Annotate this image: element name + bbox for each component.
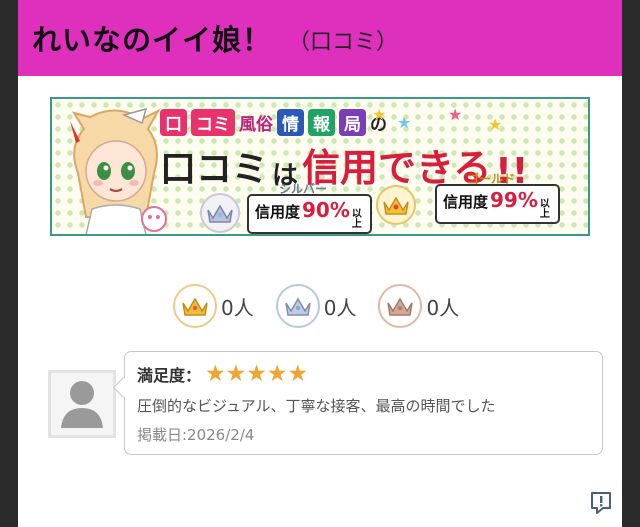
- mascot-girl-image: [70, 107, 167, 234]
- bronze-crown-badge-icon: [378, 284, 423, 328]
- bronze-count-value: 0人: [426, 295, 460, 320]
- silver-trust-label: 信用度: [255, 203, 301, 221]
- logo-char-komi: コミ: [191, 109, 235, 136]
- star-decoration-icon: ★: [488, 115, 503, 134]
- review-card: れいなのイイ娘！ （口コミ） 口 コミ 風俗 情 報 局 の ★ ★ ★ ★ 口…: [18, 0, 622, 527]
- silver-above-label: 以上: [351, 209, 362, 230]
- silver-crown-icon: [200, 193, 240, 233]
- gold-crown-icon: [376, 185, 416, 225]
- silver-trust-percent: 90%: [302, 198, 350, 222]
- review-posted-date: 掲載日:2026/2/4: [137, 426, 255, 444]
- rating-label: 満足度：: [137, 366, 202, 385]
- trust-banner[interactable]: 口 コミ 風俗 情 報 局 の ★ ★ ★ ★ 口コミ は 信用できる !! シ…: [50, 97, 590, 236]
- silver-count-value: 0人: [323, 295, 357, 320]
- reviewer-avatar: [48, 370, 116, 438]
- silver-rank-label: シルバー: [279, 182, 328, 196]
- gold-trust-tag: ゴールド 信用度 99% 以上: [435, 172, 560, 224]
- logo-fuzoku: 風俗: [239, 115, 273, 135]
- page-subtitle: （口コミ）: [288, 30, 399, 55]
- gold-trust-percent: 99%: [490, 188, 538, 212]
- review-bubble: 満足度： ★ ★ ★ ★ ★ 圧倒的なビジュアル、丁寧な接客、最高の時間でした …: [124, 351, 603, 455]
- star-icon: ★: [205, 361, 226, 387]
- kuchikomi-logo: 口 コミ 風俗 情 報 局 の: [160, 109, 387, 136]
- headline-kuchikomi: 口コミ: [160, 149, 269, 190]
- review-comment: 圧倒的なビジュアル、丁寧な接客、最高の時間でした: [137, 397, 496, 415]
- star-icon: ★: [246, 361, 267, 387]
- logo-kyoku: 局: [339, 109, 366, 136]
- reviewer-rank-counts: 0人 0人 0人: [173, 284, 459, 328]
- gold-above-label: 以上: [539, 199, 550, 220]
- bronze-count: 0人: [378, 284, 459, 328]
- satisfaction-rating: 満足度： ★ ★ ★ ★ ★: [137, 362, 308, 386]
- report-icon[interactable]: [590, 491, 612, 515]
- star-icon: ★: [266, 361, 288, 387]
- gold-count-value: 0人: [221, 295, 254, 320]
- star-icon: ★: [287, 361, 309, 387]
- rating-stars: ★ ★ ★ ★ ★: [205, 362, 308, 386]
- star-decoration-icon: ★: [372, 105, 387, 124]
- logo-char-kuchi: 口: [160, 109, 187, 136]
- logo-ho: 報: [308, 109, 335, 136]
- gold-trust-label: 信用度: [443, 193, 489, 211]
- page-title: れいなのイイ娘！: [32, 23, 273, 57]
- silver-crown-badge-icon: [275, 284, 320, 328]
- silver-count: 0人: [275, 284, 357, 328]
- star-decoration-icon: ★: [397, 113, 412, 132]
- star-icon: ★: [225, 361, 247, 387]
- star-decoration-icon: ★: [448, 105, 463, 124]
- gold-rank-label: ゴールド: [467, 172, 516, 186]
- logo-jo: 情: [277, 109, 304, 136]
- page-header: れいなのイイ娘！ （口コミ）: [18, 0, 622, 76]
- gold-count: 0人: [173, 284, 254, 328]
- silver-trust-tag: シルバー 信用度 90% 以上: [247, 182, 372, 234]
- gold-crown-badge-icon: [173, 284, 217, 328]
- user-silhouette-icon: [61, 381, 103, 428]
